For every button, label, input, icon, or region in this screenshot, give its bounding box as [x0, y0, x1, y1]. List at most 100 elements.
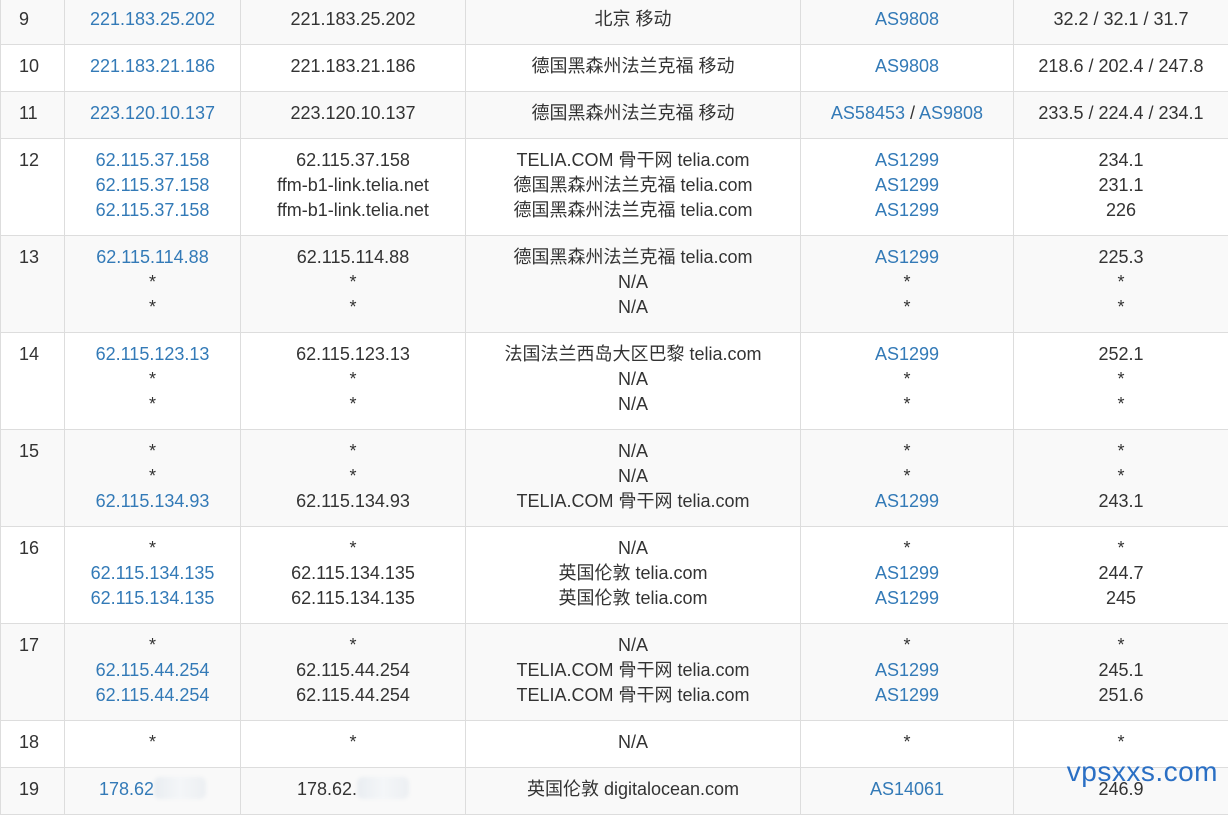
hop-number-cell: 14: [1, 333, 65, 430]
asn-cell: **AS1299: [801, 430, 1014, 527]
ip-link[interactable]: 62.115.134.93: [65, 489, 240, 514]
hostname: 62.115.44.254: [241, 658, 465, 683]
latency-cell: 233.5 / 224.4 / 234.1: [1014, 92, 1228, 139]
ip-cell: 221.183.25.202: [65, 0, 241, 45]
asn-link[interactable]: AS1299: [875, 491, 939, 511]
location: 德国黑森州法兰克福 移动: [466, 54, 800, 79]
location: TELIA.COM 骨干网 telia.com: [466, 683, 800, 708]
hop-number-cell: 18: [1, 721, 65, 768]
hostname-cell: 223.120.10.137: [241, 92, 466, 139]
location-cell: N/AN/ATELIA.COM 骨干网 telia.com: [466, 430, 801, 527]
hostname: *: [241, 536, 465, 561]
asn-link[interactable]: AS1299: [875, 588, 939, 608]
asn-link[interactable]: AS9808: [919, 103, 983, 123]
asn-cell: *AS1299AS1299: [801, 624, 1014, 721]
asn-line: *: [801, 270, 1013, 295]
asn-link[interactable]: AS9808: [875, 9, 939, 29]
hop-number-cell: 10: [1, 45, 65, 92]
hostname: *: [241, 392, 465, 417]
ip-link[interactable]: 62.115.37.158: [65, 148, 240, 173]
ip-link[interactable]: 62.115.114.88: [65, 245, 240, 270]
asn-link[interactable]: AS14061: [870, 779, 944, 799]
asn-link[interactable]: AS1299: [875, 685, 939, 705]
asn-cell: AS9808: [801, 0, 1014, 45]
hostname: *: [241, 295, 465, 320]
ip-cell: 223.120.10.137: [65, 92, 241, 139]
asn-placeholder: *: [903, 441, 910, 461]
latency-cell: 252.1**: [1014, 333, 1228, 430]
hostname: 62.115.134.93: [241, 489, 465, 514]
hop-number: 19: [19, 777, 64, 802]
location-cell: 德国黑森州法兰克福 移动: [466, 45, 801, 92]
hop-number-cell: 19: [1, 768, 65, 815]
asn-link[interactable]: AS1299: [875, 150, 939, 170]
location: TELIA.COM 骨干网 telia.com: [466, 658, 800, 683]
asn-line: AS1299: [801, 658, 1013, 683]
asn-link[interactable]: AS1299: [875, 344, 939, 364]
asn-line: *: [801, 367, 1013, 392]
hostname-cell: *62.115.44.25462.115.44.254: [241, 624, 466, 721]
latency: 245: [1014, 586, 1228, 611]
asn-link[interactable]: AS1299: [875, 563, 939, 583]
latency: 244.7: [1014, 561, 1228, 586]
hop-number: 17: [19, 633, 64, 658]
hop-number: 18: [19, 730, 64, 755]
hop-number-cell: 16: [1, 527, 65, 624]
ip-link[interactable]: 221.183.21.186: [65, 54, 240, 79]
asn-line: AS1299: [801, 683, 1013, 708]
asn-line: AS1299: [801, 198, 1013, 223]
location: 德国黑森州法兰克福 telia.com: [466, 173, 800, 198]
table-row: 1462.115.123.13**62.115.123.13**法国法兰西岛大区…: [1, 333, 1228, 430]
latency-cell: *244.7245: [1014, 527, 1228, 624]
ip-link[interactable]: 221.183.25.202: [65, 7, 240, 32]
location: 英国伦敦 telia.com: [466, 586, 800, 611]
hostname: *: [241, 633, 465, 658]
hop-number: 11: [19, 101, 64, 126]
hop-number-cell: 9: [1, 0, 65, 45]
asn-link[interactable]: AS1299: [875, 247, 939, 267]
asn-placeholder: *: [903, 369, 910, 389]
ip-cell: **62.115.134.93: [65, 430, 241, 527]
ip-link[interactable]: 62.115.44.254: [65, 683, 240, 708]
ip-link[interactable]: 62.115.123.13: [65, 342, 240, 367]
asn-cell: AS14061: [801, 768, 1014, 815]
hostname-cell: 221.183.21.186: [241, 45, 466, 92]
location: N/A: [466, 464, 800, 489]
latency: 225.3: [1014, 245, 1228, 270]
asn-link[interactable]: AS1299: [875, 660, 939, 680]
ip-link[interactable]: 62.115.134.135: [65, 586, 240, 611]
ip-link[interactable]: 62.115.37.158: [65, 198, 240, 223]
hop-number-cell: 11: [1, 92, 65, 139]
ip-placeholder: *: [65, 439, 240, 464]
location: N/A: [466, 633, 800, 658]
ip-link[interactable]: 178.62: [65, 777, 240, 802]
ip-link[interactable]: 62.115.134.135: [65, 561, 240, 586]
location: TELIA.COM 骨干网 telia.com: [466, 148, 800, 173]
hostname: 221.183.25.202: [241, 7, 465, 32]
hostname: 62.115.134.135: [241, 561, 465, 586]
hop-number: 14: [19, 342, 64, 367]
asn-link[interactable]: AS1299: [875, 200, 939, 220]
latency: 218.6 / 202.4 / 247.8: [1014, 54, 1228, 79]
hostname: 62.115.37.158: [241, 148, 465, 173]
hop-number-cell: 12: [1, 139, 65, 236]
latency: *: [1014, 633, 1228, 658]
redacted-blur: [154, 777, 206, 799]
location: N/A: [466, 730, 800, 755]
ip-link[interactable]: 62.115.37.158: [65, 173, 240, 198]
asn-line: *: [801, 464, 1013, 489]
ip-link[interactable]: 62.115.44.254: [65, 658, 240, 683]
ip-placeholder: *: [65, 295, 240, 320]
asn-link[interactable]: AS9808: [875, 56, 939, 76]
ip-placeholder: *: [65, 464, 240, 489]
hostname: *: [241, 730, 465, 755]
asn-placeholder: *: [903, 272, 910, 292]
asn-link[interactable]: AS58453: [831, 103, 905, 123]
location: 法国法兰西岛大区巴黎 telia.com: [466, 342, 800, 367]
ip-link[interactable]: 223.120.10.137: [65, 101, 240, 126]
hostname-cell: 62.115.114.88**: [241, 236, 466, 333]
traceroute-table: 9221.183.25.202221.183.25.202北京 移动AS9808…: [0, 0, 1228, 815]
hop-number: 16: [19, 536, 64, 561]
asn-line: AS1299: [801, 342, 1013, 367]
asn-link[interactable]: AS1299: [875, 175, 939, 195]
